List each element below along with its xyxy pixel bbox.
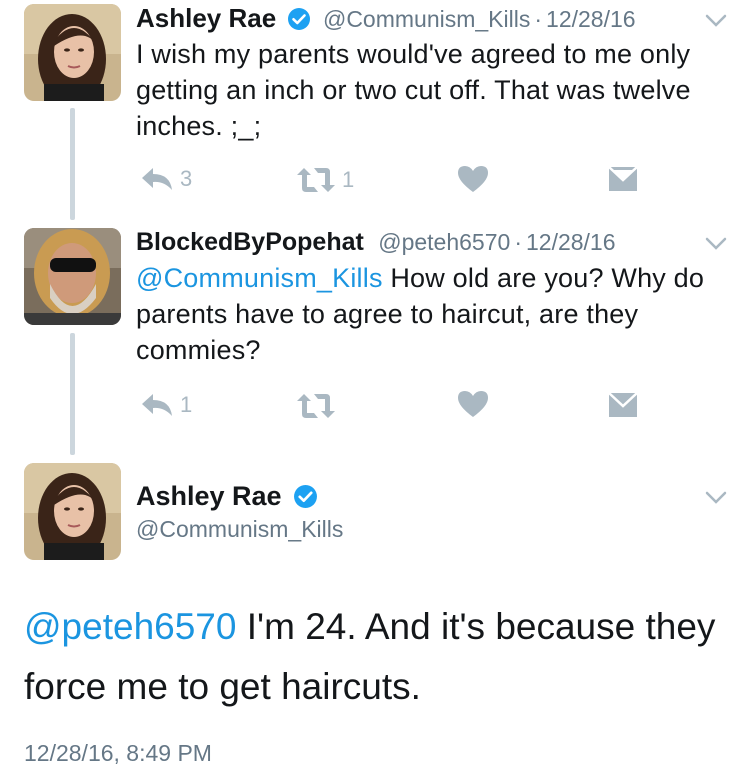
reply-count: 3 (180, 166, 193, 191)
tweet-header: BlockedByPopehat @peteh6570 · 12/28/16 (136, 228, 616, 256)
like-icon (458, 166, 488, 192)
tweet-text: @Communism_Kills How old are you? Why do… (136, 260, 736, 368)
separator-dot: · (534, 6, 543, 32)
tweet-text: @peteh6570 I'm 24. And it's because they… (24, 597, 724, 717)
avatar[interactable] (24, 228, 121, 325)
retweet-icon (297, 394, 335, 418)
like-button[interactable] (457, 390, 489, 418)
chevron-down-icon[interactable] (705, 237, 727, 251)
author-name-text: Ashley Rae (136, 481, 282, 511)
reply-button[interactable]: 3 (140, 166, 192, 192)
avatar-image (24, 463, 121, 560)
thread-line (70, 333, 75, 455)
dm-icon (608, 166, 638, 191)
avatar[interactable] (24, 4, 121, 101)
author-handle[interactable]: @peteh6570 (378, 229, 510, 255)
reply-icon (142, 168, 172, 190)
author-name[interactable]: Ashley Rae (136, 481, 324, 516)
chevron-down-icon[interactable] (705, 491, 727, 505)
retweet-icon (297, 168, 335, 192)
retweet-button[interactable]: 1 (296, 166, 354, 194)
dm-icon (608, 392, 638, 417)
separator-dot: · (514, 229, 522, 255)
reply-icon (142, 394, 172, 416)
tweet-date[interactable]: 12/28/16 (526, 229, 616, 255)
author-handle[interactable]: @Communism_Kills (323, 6, 530, 32)
dm-button[interactable] (608, 392, 638, 418)
mention-link[interactable]: @peteh6570 (24, 606, 236, 647)
tweet-date[interactable]: 12/28/16 (546, 6, 636, 32)
dm-button[interactable] (608, 166, 638, 192)
tweet-timestamp[interactable]: 12/28/16, 8:49 PM (24, 740, 212, 767)
author-name[interactable]: Ashley Rae (136, 3, 276, 33)
verified-icon (287, 7, 311, 37)
like-button[interactable] (457, 165, 489, 193)
reply-button[interactable]: 1 (140, 392, 192, 418)
author-name[interactable]: BlockedByPopehat (136, 228, 364, 256)
retweet-button[interactable] (296, 392, 336, 420)
avatar[interactable] (24, 463, 121, 560)
avatar-image (24, 228, 121, 325)
avatar-image (24, 4, 121, 101)
chevron-down-icon[interactable] (705, 14, 727, 28)
mention-link[interactable]: @Communism_Kills (136, 263, 383, 293)
reply-count: 1 (180, 392, 193, 417)
tweet-text: I wish my parents would've agreed to me … (136, 39, 691, 141)
tweet-header: Ashley Rae @Communism_Kills · 12/28/16 (136, 4, 636, 37)
verified-icon (293, 484, 318, 516)
retweet-count: 1 (342, 167, 355, 192)
thread-line (70, 108, 75, 220)
like-icon (458, 391, 488, 417)
author-handle[interactable]: @Communism_Kills (136, 516, 343, 543)
